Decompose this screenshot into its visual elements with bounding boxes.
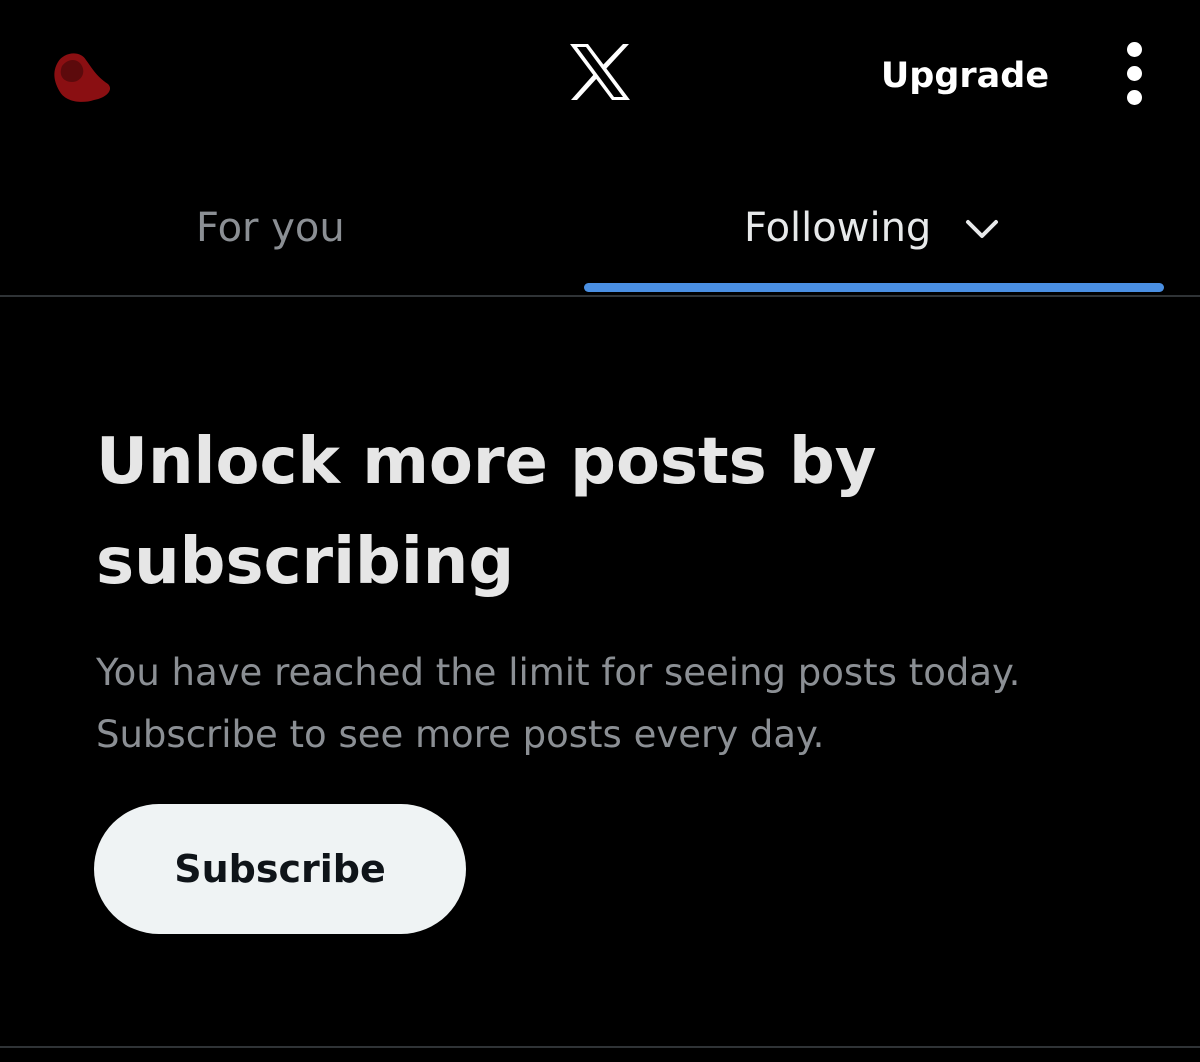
- active-tab-indicator: [584, 283, 1164, 292]
- more-dot: [1127, 66, 1142, 81]
- tab-following-label: Following: [744, 205, 932, 251]
- timeline-tabs: For you Following: [0, 170, 1200, 297]
- avatar-image: [54, 53, 111, 102]
- x-logo-icon[interactable]: [568, 42, 632, 102]
- subscription-paywall: Unlock more posts by subscribing You hav…: [96, 412, 1116, 766]
- subscribe-button[interactable]: Subscribe: [94, 804, 466, 934]
- tab-following[interactable]: Following: [584, 170, 1164, 295]
- more-vertical-icon[interactable]: [1118, 42, 1152, 106]
- tab-for-you-label: For you: [196, 205, 345, 251]
- top-bar: Upgrade: [0, 0, 1200, 160]
- upgrade-button[interactable]: Upgrade: [860, 50, 1070, 102]
- app-window: Upgrade For you Following Unlock more po…: [0, 0, 1200, 1062]
- more-dot: [1127, 90, 1142, 105]
- paywall-message: You have reached the limit for seeing po…: [96, 651, 1021, 756]
- divider: [0, 1046, 1200, 1048]
- more-dot: [1127, 42, 1142, 57]
- tab-for-you[interactable]: For you: [0, 170, 550, 295]
- paywall-headline: Unlock more posts by subscribing: [96, 425, 877, 599]
- chevron-down-icon[interactable]: [964, 214, 1000, 244]
- avatar-icon[interactable]: [46, 46, 116, 108]
